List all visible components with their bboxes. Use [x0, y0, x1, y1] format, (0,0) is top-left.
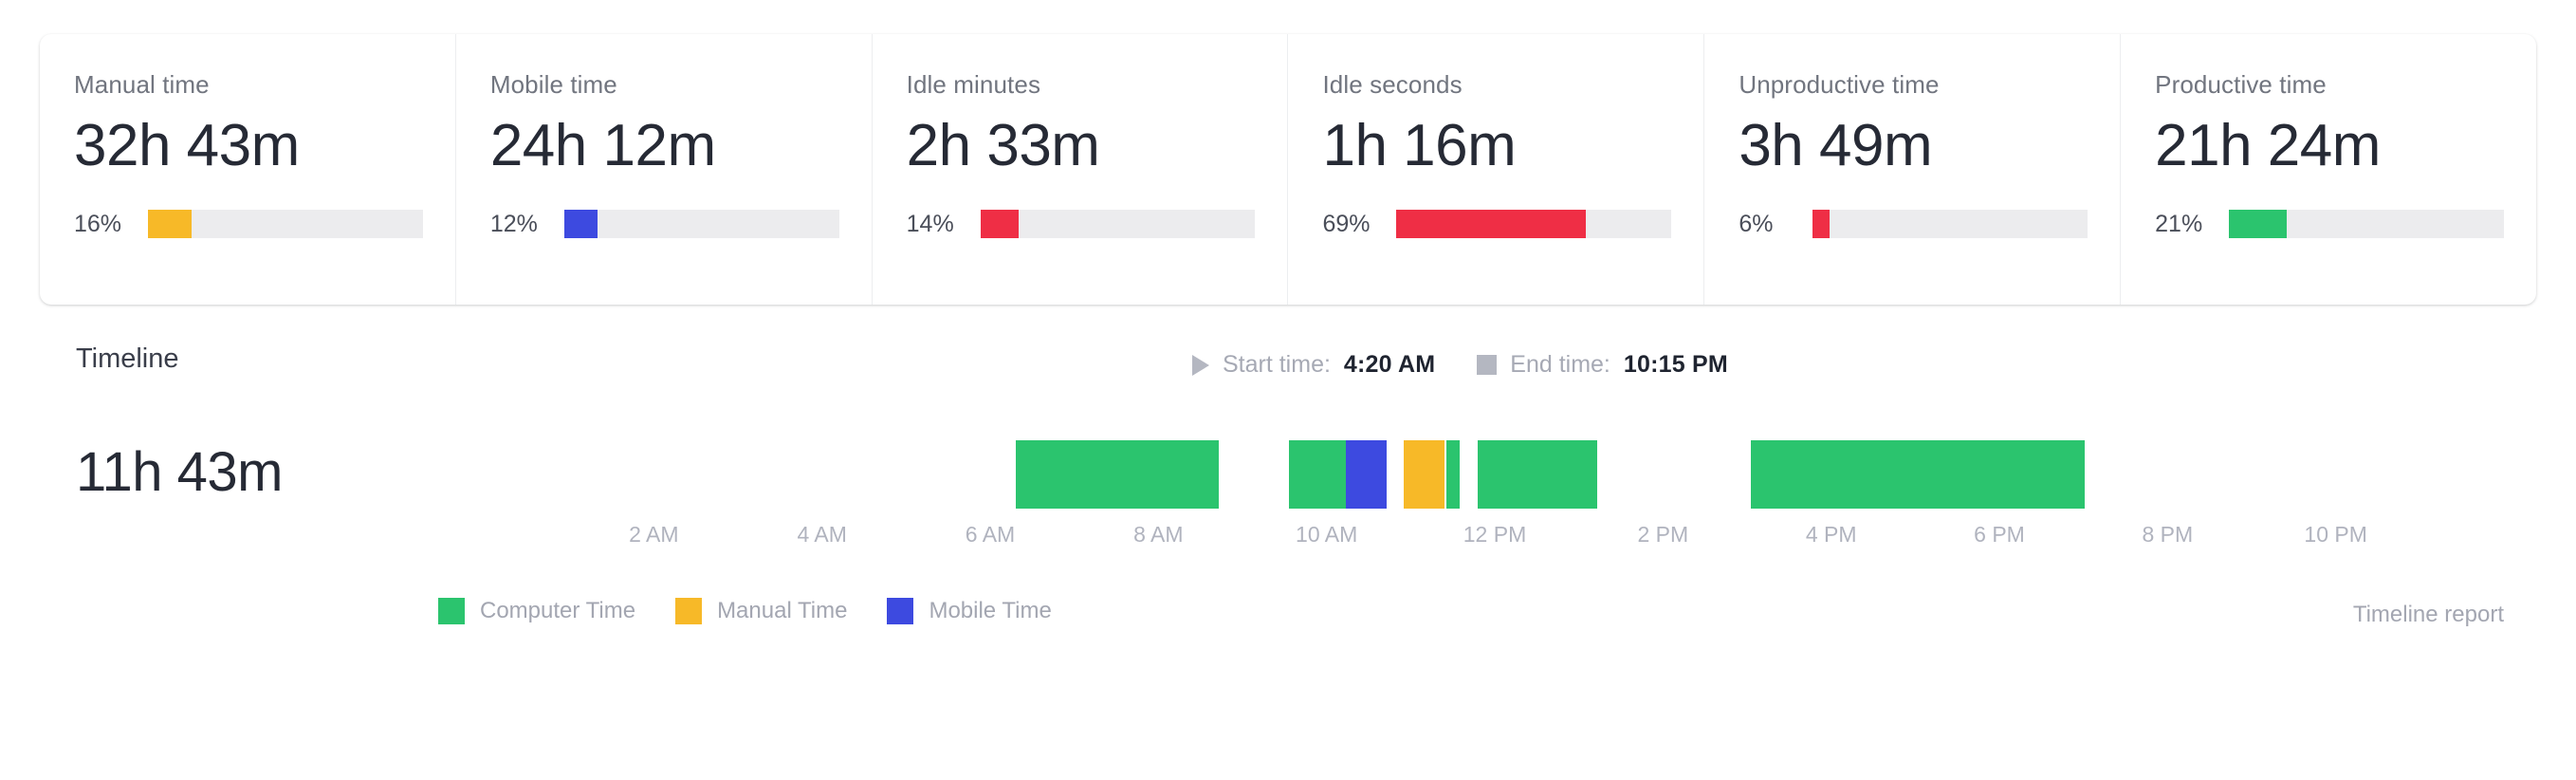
kpi-card-percent: 12% — [489, 210, 538, 237]
kpi-card-meter-row: 69% — [1322, 210, 1672, 238]
timeline-footer: Computer Time Manual Time Mobile Time Time… — [40, 586, 2536, 653]
kpi-card-label: Mobile time — [489, 70, 617, 99]
kpi-card: Idle minutes 2h 33m 14% — [873, 34, 1289, 305]
legend-label: Manual Time — [717, 598, 848, 623]
legend-item[interactable]: Manual Time — [675, 598, 847, 624]
kpi-card-progress-fill — [148, 210, 193, 238]
kpi-card: Unproductive time 3h 49m 6% — [1704, 34, 2122, 305]
axis-tick-label: 8 AM — [1133, 522, 1184, 547]
end-time-label: End time: — [1510, 351, 1610, 378]
timeline-time-range: Start time: 4:20 AM End time: 10:15 PM — [1192, 351, 1728, 379]
timeline-title: Timeline — [76, 344, 179, 374]
legend-swatch-icon — [887, 598, 914, 624]
legend-label: Mobile Time — [929, 598, 1052, 623]
kpi-card-progress-fill — [1812, 210, 1830, 238]
axis-tick-label: 6 AM — [965, 522, 1016, 547]
kpi-card-progress-track — [148, 210, 423, 238]
kpi-card-progress-track — [563, 210, 839, 238]
timeline-segment[interactable] — [1478, 440, 1598, 509]
kpi-card-progress-fill — [980, 210, 1020, 238]
timeline-segment[interactable] — [1288, 440, 1347, 509]
timeline-legend: Computer Time Manual Time Mobile Time — [438, 598, 1052, 624]
kpi-card-meter-row: 6% — [1739, 210, 2088, 238]
kpi-card-label: Unproductive time — [1739, 70, 1940, 99]
axis-tick-label: 8 PM — [2142, 522, 2194, 547]
kpi-card-progress-fill — [2229, 210, 2287, 238]
legend-swatch-icon — [675, 598, 703, 624]
kpi-card-percent: 21% — [2155, 210, 2203, 237]
kpi-card-meter-row: 12% — [490, 210, 839, 238]
start-time-value: 4:20 AM — [1343, 351, 1436, 378]
axis-tick-label: 4 AM — [797, 522, 847, 547]
kpi-card-value: 32h 43m — [74, 113, 300, 179]
legend-item[interactable]: Computer Time — [438, 598, 635, 624]
axis-tick-label: 10 AM — [1296, 522, 1358, 547]
stop-icon — [1477, 355, 1498, 375]
kpi-card-progress-fill — [563, 210, 598, 238]
kpi-card-value: 1h 16m — [1322, 113, 1517, 179]
kpi-card-progress-track — [2229, 210, 2504, 238]
timeline-bar-track[interactable] — [486, 440, 2504, 509]
kpi-card-label: Idle seconds — [1322, 70, 1463, 99]
kpi-card-value: 21h 24m — [2155, 113, 2381, 179]
kpi-card-label: Manual time — [74, 70, 210, 99]
kpi-card-progress-track — [980, 210, 1256, 238]
kpi-card-meter-row: 16% — [74, 210, 423, 238]
legend-swatch-icon — [438, 598, 465, 624]
kpi-card-meter-row: 21% — [2155, 210, 2504, 238]
timeline-segment[interactable] — [1346, 440, 1388, 509]
axis-tick-label: 4 PM — [1805, 522, 1857, 547]
timeline-segment[interactable] — [1015, 440, 1220, 509]
timeline-report-link[interactable]: Timeline report — [2353, 602, 2504, 628]
timeline-total-value: 11h 43m — [76, 441, 283, 503]
kpi-card-label: Productive time — [2155, 70, 2327, 99]
start-time-label: Start time: — [1223, 351, 1331, 378]
kpi-card-percent: 14% — [906, 210, 954, 237]
timeline-axis: 2 AM 4 AM 6 AM 8 AM 10 AM 12 PM 2 PM 4 PM 6 PM 8 … — [486, 522, 2504, 554]
legend-label: Computer Time — [480, 598, 636, 623]
timeline-segment[interactable] — [1445, 440, 1460, 509]
timeline-segment[interactable] — [1751, 440, 2086, 509]
kpi-card-percent: 69% — [1322, 210, 1371, 237]
kpi-card: Idle seconds 1h 16m 69% — [1288, 34, 1705, 305]
timesheet-dashboard: Manual time 32h 43m 16% Mobile time 24h 12m 1… — [0, 0, 2576, 780]
kpi-card-label: Idle minutes — [906, 70, 1041, 99]
kpi-card-strip: Manual time 32h 43m 16% Mobile time 24h 12m 1… — [40, 34, 2536, 305]
kpi-card-percent: 6% — [1739, 210, 1774, 237]
kpi-card: Productive time 21h 24m 21% — [2121, 34, 2536, 305]
kpi-card-value: 3h 49m — [1739, 113, 1933, 179]
timeline-header: Timeline Start time: 4:20 AM End time: 1… — [40, 342, 2536, 400]
kpi-card-value: 2h 33m — [906, 113, 1100, 179]
axis-tick-label: 2 PM — [1637, 522, 1689, 547]
axis-tick-label: 2 AM — [629, 522, 679, 547]
kpi-card-value: 24h 12m — [489, 113, 716, 179]
play-icon — [1192, 354, 1209, 376]
kpi-card-progress-track — [1396, 210, 1672, 238]
timeline-segment[interactable] — [1404, 440, 1444, 509]
kpi-card: Manual time 32h 43m 16% — [40, 34, 456, 305]
end-time-value: 10:15 PM — [1623, 351, 1728, 378]
kpi-card-progress-track — [1812, 210, 2088, 238]
kpi-card-meter-row: 14% — [907, 210, 1256, 238]
kpi-card-progress-fill — [1396, 210, 1587, 238]
timeline-panel: Timeline Start time: 4:20 AM End time: 1… — [40, 342, 2536, 759]
axis-tick-label: 12 PM — [1463, 522, 1527, 547]
timeline-chart: 11h 43m 2 AM 4 AM 6 AM 8 AM 10 AM 12 PM 2 PM 4 … — [40, 400, 2536, 581]
axis-tick-label: 10 PM — [2304, 522, 2367, 547]
kpi-card: Mobile time 24h 12m 12% — [456, 34, 873, 305]
axis-tick-label: 6 PM — [1974, 522, 2025, 547]
start-time-item: Start time: 4:20 AM — [1192, 351, 1435, 379]
kpi-card-percent: 16% — [74, 210, 122, 237]
end-time-item: End time: 10:15 PM — [1477, 351, 1728, 379]
legend-item[interactable]: Mobile Time — [887, 598, 1052, 624]
